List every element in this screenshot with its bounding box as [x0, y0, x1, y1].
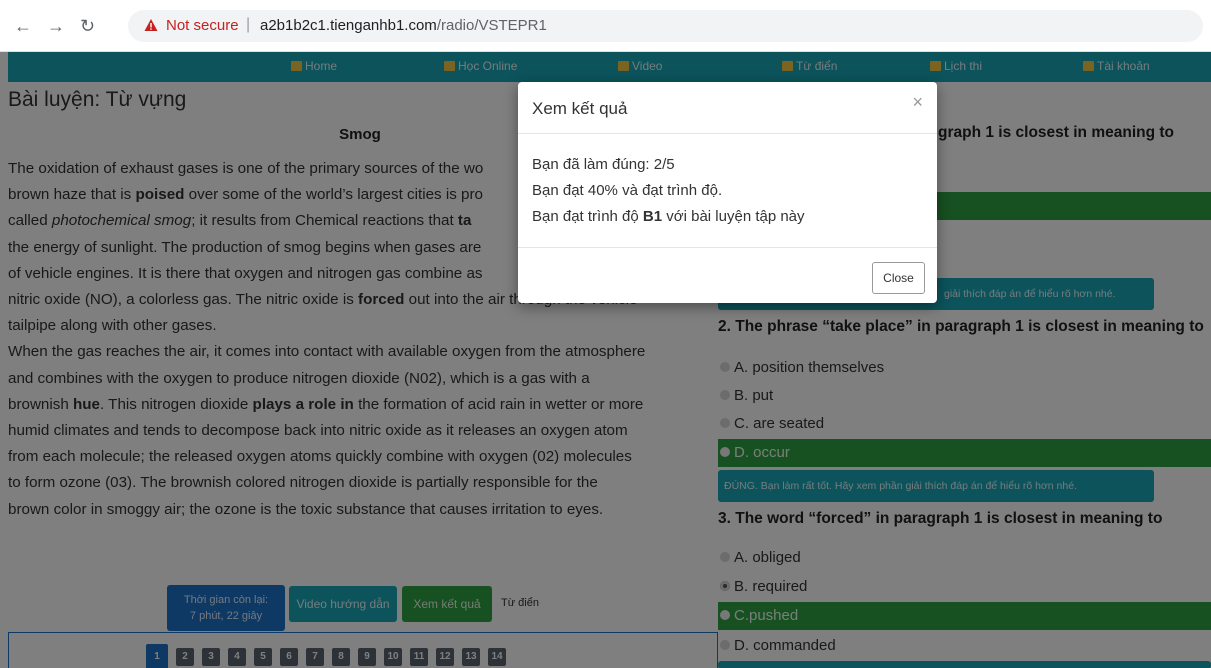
security-label[interactable]: Not secure [166, 17, 239, 34]
modal-title: Xem kết quả [532, 99, 628, 118]
url-text[interactable]: a2b1b2c1.tienganhb1.com/radio/VSTEPR1 [260, 17, 547, 34]
modal-footer: Close [518, 247, 937, 303]
close-icon[interactable]: × [912, 92, 923, 113]
level-value: B1 [642, 208, 663, 225]
back-arrow-icon[interactable]: ← [14, 16, 32, 36]
score-line: Bạn đã làm đúng: 2/5 [532, 156, 675, 173]
browser-toolbar: ← → ↻ Not secure | a2b1b2c1.tienganhb1.c… [0, 0, 1211, 52]
warning-icon [144, 19, 158, 31]
address-separator: | [246, 16, 251, 33]
close-button[interactable]: Close [872, 262, 925, 294]
forward-arrow-icon[interactable]: → [47, 16, 65, 36]
modal-header: Xem kết quả × [518, 82, 937, 134]
reload-icon[interactable]: ↻ [80, 16, 95, 36]
result-modal: Xem kết quả × Bạn đã làm đúng: 2/5 Bạn đ… [518, 82, 937, 303]
address-bar[interactable]: Not secure | a2b1b2c1.tienganhb1.com/rad… [128, 10, 1203, 42]
modal-body: Bạn đã làm đúng: 2/5 Bạn đạt 40% và đạt … [532, 152, 805, 230]
percent-line: Bạn đạt 40% và đạt trình độ. [532, 182, 723, 199]
level-line: Bạn đạt trình độ B1 với bài luyện tập nà… [532, 208, 805, 225]
